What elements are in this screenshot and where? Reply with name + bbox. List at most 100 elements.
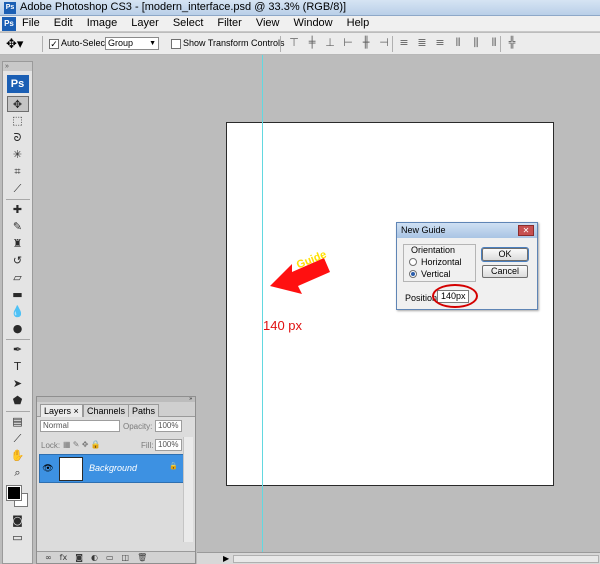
horizontal-radio[interactable] [409,258,417,266]
adjustment-layer-icon[interactable]: ◐ [91,552,98,563]
move-tool-icon[interactable]: ✥▾ [6,36,34,52]
brush-tool-icon[interactable]: ✎ [7,219,29,235]
align-right-icon[interactable]: ⊣ [378,36,390,50]
align-top-icon[interactable]: ⊤ [288,36,300,50]
notes-tool-icon[interactable]: ▤ [7,414,29,430]
quick-mask-icon[interactable]: ◙ [7,513,29,529]
eyedropper-tool-icon[interactable]: ⟋ [7,431,29,447]
horizontal-scrollbar[interactable] [233,555,599,563]
options-divider [392,36,393,52]
shape-tool-icon[interactable]: ⬟ [7,393,29,409]
close-icon[interactable]: × [74,406,79,416]
tab-layers[interactable]: Layers × [40,404,83,417]
auto-select-value: Group [108,38,134,48]
blur-tool-icon[interactable]: 💧 [7,304,29,320]
distribute-hcenter-icon[interactable]: ⫼ [470,36,482,50]
layer-name: Background [89,463,138,473]
distribute-bottom-icon[interactable]: ≡ [434,36,446,50]
layers-scrollbar[interactable] [183,437,193,542]
layer-mask-icon[interactable]: ◙ [75,552,83,563]
layer-style-icon[interactable]: fx [60,552,68,563]
tab-layers-label: Layers [44,406,72,416]
delete-layer-icon[interactable]: 🗑 [137,552,147,563]
ps-logo-icon[interactable]: Ps [2,17,16,31]
color-swatches[interactable] [5,484,31,510]
hand-tool-icon[interactable]: ✋ [7,448,29,464]
align-hcenter-icon[interactable]: ╫ [360,36,372,50]
marquee-tool-icon[interactable]: ⬚ [7,113,29,129]
close-icon[interactable]: ✕ [518,225,534,236]
pen-tool-icon[interactable]: ✒ [7,342,29,358]
lock-icons[interactable]: ▦ ✎ ✥ 🔒 [63,440,101,449]
layer-row[interactable]: 👁 Background 🔒 [39,454,184,483]
distribute-right-icon[interactable]: ⫴ [488,36,500,50]
blend-mode-value: Normal [43,421,69,430]
magic-wand-tool-icon[interactable]: ✳ [7,147,29,163]
history-brush-tool-icon[interactable]: ↺ [7,253,29,269]
menu-window[interactable]: Window [294,17,333,29]
menu-bar: Ps File Edit Image Layer Select Filter V… [0,16,600,32]
vertical-radio[interactable] [409,270,417,278]
auto-select-checkbox[interactable]: ✓ [49,39,59,49]
menu-file[interactable]: File [22,17,40,29]
toolbox-divider [5,339,30,340]
distribute-top-icon[interactable]: ≡ [398,36,410,50]
path-selection-tool-icon[interactable]: ➤ [7,376,29,392]
eraser-tool-icon[interactable]: ▱ [7,270,29,286]
menu-help[interactable]: Help [347,17,370,29]
menu-view[interactable]: View [256,17,280,29]
clone-stamp-tool-icon[interactable]: ♜ [7,236,29,252]
auto-select-dropdown[interactable]: Group ▼ [105,37,159,50]
distribute-left-icon[interactable]: ⫴ [452,36,464,50]
slice-tool-icon[interactable]: ⟋ [7,181,29,197]
vertical-label: Vertical [421,269,451,279]
toolbox-collapse-icon[interactable]: » [3,62,32,71]
chevron-down-icon: ▼ [149,40,156,47]
menu-layer[interactable]: Layer [131,17,159,29]
align-bottom-icon[interactable]: ⊥ [324,36,336,50]
type-tool-icon[interactable]: T [7,359,29,375]
dialog-title: New Guide [397,223,537,238]
link-layers-icon[interactable]: ∞ [45,552,52,563]
layers-panel: » Layers × Channels Paths Normal Opacity… [36,396,196,564]
fill-label: Fill: [141,441,154,450]
move-tool-icon[interactable]: ✥ [6,96,29,112]
show-transform-label: Show Transform Controls [183,38,285,48]
dodge-tool-icon[interactable]: ● [7,321,29,337]
healing-brush-tool-icon[interactable]: ✚ [7,202,29,218]
cancel-button[interactable]: Cancel [482,265,528,278]
lock-label: Lock: [41,441,61,450]
gradient-tool-icon[interactable]: ▬ [7,287,29,303]
show-transform-checkbox[interactable] [171,39,181,49]
tab-channels[interactable]: Channels [83,404,130,417]
app-icon: Ps [4,2,16,14]
menu-image[interactable]: Image [87,17,118,29]
tab-paths[interactable]: Paths [128,404,160,417]
layer-thumbnail [59,457,83,481]
menu-edit[interactable]: Edit [54,17,73,29]
status-menu-icon[interactable]: ▶ [223,554,229,563]
zoom-tool-icon[interactable]: ⌕ [7,465,29,481]
distribute-vcenter-icon[interactable]: ≣ [416,36,428,50]
opacity-input[interactable]: 100% [155,420,182,432]
eye-icon[interactable]: 👁 [42,463,54,473]
layers-panel-tabs: Layers × Channels Paths [37,402,195,417]
crop-tool-icon[interactable]: ⌗ [7,164,29,180]
screen-mode-icon[interactable]: ▭ [7,530,29,546]
menu-filter[interactable]: Filter [217,17,241,29]
fill-input[interactable]: 100% [155,439,182,451]
layers-panel-footer: ∞ fx ◙ ◐ ▭ ◫ 🗑 [37,551,195,563]
guide-line[interactable] [262,55,263,564]
lasso-tool-icon[interactable]: ᘐ [7,130,29,146]
new-layer-icon[interactable]: ◫ [122,552,130,563]
options-divider [280,36,281,52]
auto-align-icon[interactable]: ╬ [506,36,518,50]
foreground-color-swatch[interactable] [5,485,22,501]
ok-button[interactable]: OK [481,247,529,262]
align-vcenter-icon[interactable]: ╪ [306,36,318,50]
align-left-icon[interactable]: ⊢ [342,36,354,50]
new-group-icon[interactable]: ▭ [106,552,114,563]
blend-mode-dropdown[interactable]: Normal [40,420,120,432]
menu-select[interactable]: Select [173,17,204,29]
auto-select-label: Auto-Select: [61,38,111,48]
